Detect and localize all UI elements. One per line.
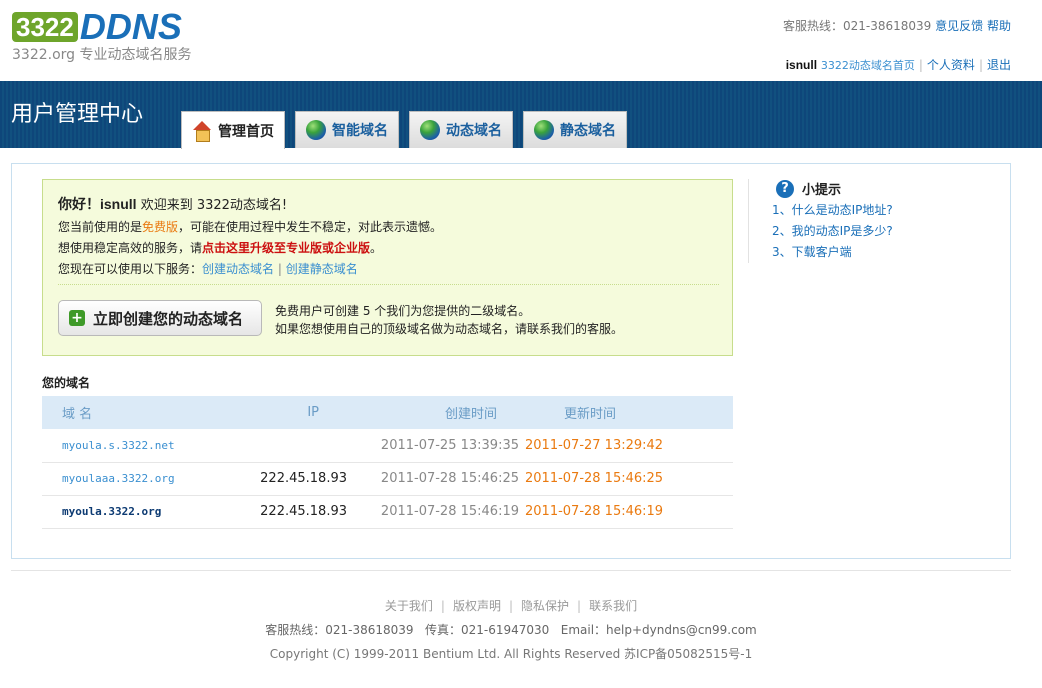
created-cell: 2011-07-25 13:39:35 <box>347 429 519 463</box>
footer-link-copyright[interactable]: 版权声明 <box>453 599 501 613</box>
plan-prefix: 您当前使用的是 <box>58 220 143 234</box>
tip-link-dynamic-ip[interactable]: 1、什么是动态IP地址? <box>772 200 988 221</box>
create-dynamic-link[interactable]: 创建动态域名 <box>202 262 274 276</box>
tip-link-download[interactable]: 3、下载客户端 <box>772 242 988 263</box>
create-note: 免费用户可创建 5 个我们为您提供的二级域名。 如果您想使用自己的顶级域名做为动… <box>275 302 623 338</box>
create-static-link[interactable]: 创建静态域名 <box>286 262 358 276</box>
free-plan-badge: 免费版 <box>142 220 179 234</box>
footer-contact: 客服热线：021-38618039 传真：021-61947030 Email：… <box>265 623 757 637</box>
footer-link-contact[interactable]: 联系我们 <box>589 599 637 613</box>
plus-icon: + <box>69 310 85 326</box>
main-panel: 你好！isnull 欢迎来到 3322动态域名! 您当前使用的是免费版，可能在使… <box>11 163 1011 559</box>
logo-number: 3322 <box>12 12 78 42</box>
separator: | <box>277 262 282 276</box>
upgrade-suffix: 。 <box>370 241 383 255</box>
column-header-ip: IP <box>232 396 347 429</box>
domains-table: 域 名 IP 创建时间 更新时间 myoula.s.3322.net 2011-… <box>42 396 733 529</box>
hotline-text: 客服热线：021-38618039 <box>782 19 932 33</box>
ip-cell: 222.45.18.93 <box>232 495 347 529</box>
domain-link[interactable]: myoula.3322.org <box>62 505 161 518</box>
tips-panel: ? 小提示 1、什么是动态IP地址? 2、我的动态IP是多少? 3、下载客户端 <box>748 179 988 263</box>
upgrade-prefix: 想使用稳定高效的服务，请 <box>58 241 203 255</box>
plan-line: 您当前使用的是免费版，可能在使用过程中发生不稳定，对此表示遗憾。 <box>58 218 442 235</box>
updated-cell: 2011-07-28 15:46:25 <box>519 462 733 496</box>
footer-divider <box>11 570 1011 571</box>
table-header-row: 域 名 IP 创建时间 更新时间 <box>42 396 733 429</box>
separator: | <box>918 58 923 72</box>
updated-cell: 2011-07-28 15:46:19 <box>519 495 733 529</box>
question-icon: ? <box>776 179 794 198</box>
feedback-link[interactable]: 意见反馈 <box>935 19 983 33</box>
top-links: 客服热线：021-38618039 意见反馈 帮助 <box>783 17 1011 34</box>
create-dynamic-domain-button[interactable]: + 立即创建您的动态域名 <box>58 300 262 336</box>
create-button-label: 立即创建您的动态域名 <box>93 309 244 328</box>
updated-cell: 2011-07-27 13:29:42 <box>519 429 733 463</box>
globe-icon <box>420 120 440 140</box>
column-header-created: 创建时间 <box>347 396 519 429</box>
footer-link-privacy[interactable]: 隐私保护 <box>521 599 569 613</box>
tab-label: 动态域名 <box>446 123 502 139</box>
services-prefix: 您现在可以使用以下服务： <box>58 262 203 276</box>
welcome-greeting: 你好！isnull 欢迎来到 3322动态域名! <box>58 194 287 214</box>
domains-section-title: 您的域名 <box>42 376 91 390</box>
tab-dynamic-domain[interactable]: 动态域名 <box>409 111 513 148</box>
page-title: 用户管理中心 <box>11 102 144 127</box>
table-row: myoulaaa.3322.org 222.45.18.93 2011-07-2… <box>42 462 733 496</box>
tips-title: 小提示 <box>802 183 842 198</box>
globe-icon <box>534 120 554 140</box>
welcome-username: isnull <box>100 196 137 212</box>
separator: | <box>978 58 983 72</box>
home-link[interactable]: 3322动态域名首页 <box>821 59 915 72</box>
tab-label: 静态域名 <box>560 123 616 139</box>
tab-home[interactable]: 管理首页 <box>181 111 285 149</box>
welcome-box: 你好！isnull 欢迎来到 3322动态域名! 您当前使用的是免费版，可能在使… <box>42 179 733 356</box>
ip-cell: 222.45.18.93 <box>232 462 347 496</box>
globe-icon <box>306 120 326 140</box>
tab-smart-domain[interactable]: 智能域名 <box>295 111 399 148</box>
tab-label: 智能域名 <box>332 123 388 139</box>
tab-static-domain[interactable]: 静态域名 <box>523 111 627 148</box>
profile-link[interactable]: 个人资料 <box>927 58 975 72</box>
services-line: 您现在可以使用以下服务：创建动态域名 | 创建静态域名 <box>58 260 358 277</box>
domain-link[interactable]: myoula.s.3322.net <box>62 439 175 452</box>
logout-link[interactable]: 退出 <box>987 58 1011 72</box>
tips-header: ? 小提示 <box>776 179 988 198</box>
column-header-updated: 更新时间 <box>519 396 733 429</box>
header: 3322 DDNS 3322.org 专业动态域名服务 客服热线：021-386… <box>0 0 1042 81</box>
separator: | <box>508 599 514 613</box>
separator: | <box>440 599 445 613</box>
house-icon <box>192 120 212 142</box>
hello-text: 你好！ <box>58 197 100 213</box>
logo[interactable]: 3322 DDNS 3322.org 专业动态域名服务 <box>12 6 222 67</box>
username: isnull <box>785 58 818 72</box>
tab-label: 管理首页 <box>218 123 274 140</box>
welcome-text: 欢迎来到 3322动态域名! <box>140 198 288 213</box>
table-row: myoula.3322.org 222.45.18.93 2011-07-28 … <box>42 495 733 529</box>
upgrade-link[interactable]: 点击这里升级至专业版或企业版 <box>202 241 370 255</box>
plan-suffix: ，可能在使用过程中发生不稳定，对此表示遗憾。 <box>178 220 443 234</box>
help-link[interactable]: 帮助 <box>987 19 1011 33</box>
footer-copyright: Copyright (C) 1999-2011 Bentium Ltd. All… <box>269 647 753 661</box>
footer-link-about[interactable]: 关于我们 <box>385 599 433 613</box>
footer-links: 关于我们 | 版权声明 | 隐私保护 | 联系我们 <box>0 597 1022 614</box>
upgrade-line: 想使用稳定高效的服务，请点击这里升级至专业版或企业版。 <box>58 239 382 256</box>
separator: | <box>577 599 582 613</box>
logo-ddns: DDNS <box>79 6 182 47</box>
created-cell: 2011-07-28 15:46:19 <box>347 495 519 529</box>
note-line-1: 免费用户可创建 5 个我们为您提供的二级域名。 <box>275 304 531 318</box>
divider <box>58 284 719 285</box>
table-row: myoula.s.3322.net 2011-07-25 13:39:35 20… <box>42 429 733 463</box>
column-header-domain: 域 名 <box>42 396 232 429</box>
logo-subtitle: 3322.org 专业动态域名服务 <box>12 47 192 63</box>
tip-link-my-ip[interactable]: 2、我的动态IP是多少? <box>772 221 988 242</box>
note-line-2: 如果您想使用自己的顶级域名做为动态域名，请联系我们的客服。 <box>275 322 624 336</box>
user-links: isnull 3322动态域名首页 | 个人资料 | 退出 <box>786 56 1011 73</box>
ip-cell <box>232 429 347 463</box>
tab-bar: 管理首页 智能域名 动态域名 静态域名 <box>181 111 637 149</box>
created-cell: 2011-07-28 15:46:25 <box>347 462 519 496</box>
domain-link[interactable]: myoulaaa.3322.org <box>62 472 175 485</box>
nav-band: 用户管理中心 管理首页 智能域名 动态域名 静态域名 <box>0 81 1042 149</box>
